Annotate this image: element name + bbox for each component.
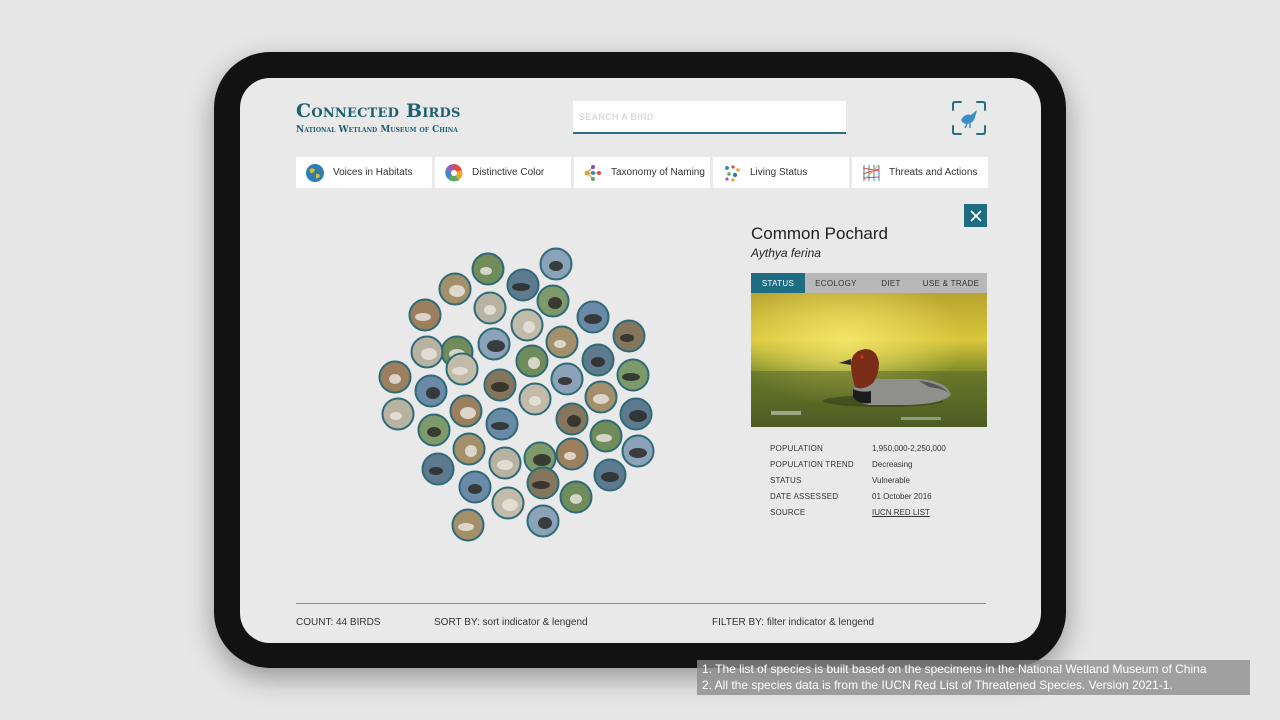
nav-label: Voices in Habitats (333, 167, 413, 178)
bird-bubble[interactable] (539, 247, 573, 281)
bird-bubble[interactable] (417, 413, 451, 447)
stat-row: DATE ASSESSED 01 October 2016 (770, 488, 946, 504)
nav-label: Distinctive Color (472, 167, 545, 178)
bird-bubble[interactable] (515, 344, 549, 378)
caption-notes: 1. The list of species is built based on… (697, 660, 1250, 695)
bird-bubble[interactable] (619, 397, 653, 431)
stat-key: DATE ASSESSED (770, 491, 839, 501)
stat-value: 01 October 2016 (872, 491, 932, 501)
stat-key: SOURCE (770, 507, 806, 517)
bird-bubble[interactable] (545, 325, 579, 359)
bird-bubble[interactable] (616, 358, 650, 392)
bird-bubble[interactable] (381, 397, 415, 431)
bird-count: COUNT: 44 BIRDS (296, 617, 381, 628)
bird-bubble[interactable] (483, 368, 517, 402)
bird-bubble[interactable] (506, 268, 540, 302)
bird-bubble[interactable] (473, 291, 507, 325)
search-bar[interactable] (573, 101, 846, 134)
bird-bubble[interactable] (576, 300, 610, 334)
stat-key: POPULATION (770, 444, 823, 454)
bird-bubble[interactable] (445, 352, 479, 386)
nav-label: Taxonomy of Naming (611, 167, 705, 178)
category-nav: Voices in Habitats Distinctive Color Tax… (296, 157, 988, 188)
bird-bubble[interactable] (612, 319, 646, 353)
brand: Connected Birds National Wetland Museum … (296, 100, 461, 135)
bird-bubble[interactable] (491, 486, 525, 520)
nav-taxonomy-of-naming[interactable]: Taxonomy of Naming (574, 157, 710, 188)
tab-use-and-trade[interactable]: USE & TRADE (915, 273, 987, 293)
bird-bubble[interactable] (408, 298, 442, 332)
close-icon (969, 209, 982, 222)
bird-bubble[interactable] (451, 508, 485, 542)
bird-bubble[interactable] (584, 380, 618, 414)
stat-key: STATUS (770, 475, 802, 485)
tab-diet[interactable]: DIET (867, 273, 915, 293)
status-stats: POPULATION 1,950,000-2,250,000 POPULATIO… (770, 441, 946, 520)
tab-status[interactable]: STATUS (751, 273, 805, 293)
bird-bubble[interactable] (621, 434, 655, 468)
bird-bubble[interactable] (471, 252, 505, 286)
stat-row: STATUS Vulnerable (770, 473, 946, 489)
color-wheel-icon (445, 163, 463, 181)
source-link[interactable]: IUCN RED LIST (872, 508, 930, 517)
bird-bubble[interactable] (452, 432, 486, 466)
tab-ecology[interactable]: ECOLOGY (805, 273, 867, 293)
dots-cluster-icon (725, 164, 740, 182)
bird-bubble[interactable] (589, 419, 623, 453)
bird-bubble[interactable] (550, 362, 584, 396)
stat-value: 1,950,000-2,250,000 (872, 444, 946, 454)
stat-value: Vulnerable (872, 475, 910, 485)
species-photo (751, 293, 987, 427)
stat-row: POPULATION 1,950,000-2,250,000 (770, 441, 946, 457)
bird-bubble[interactable] (559, 480, 593, 514)
stat-row: SOURCE IUCN RED LIST (770, 504, 946, 520)
bird-bubble[interactable] (518, 382, 552, 416)
sort-by-control[interactable]: SORT BY: sort indicator & lengend (434, 617, 588, 628)
bird-bubble[interactable] (378, 360, 412, 394)
bird-bubble[interactable] (593, 458, 627, 492)
nav-distinctive-color[interactable]: Distinctive Color (435, 157, 571, 188)
globe-icon (306, 163, 324, 182)
caption-line-2: 2. All the species data is from the IUCN… (702, 677, 1173, 692)
bird-bubble[interactable] (526, 504, 560, 538)
scan-bird-icon[interactable] (951, 100, 987, 136)
app-screen: Connected Birds National Wetland Museum … (240, 78, 1041, 643)
stat-key: POPULATION TREND (770, 460, 854, 470)
bird-bubble[interactable] (414, 374, 448, 408)
bird-bubble[interactable] (477, 327, 511, 361)
footer-divider (296, 603, 986, 604)
nav-living-status[interactable]: Living Status (713, 157, 849, 188)
scientific-name: Aythya ferina (751, 246, 821, 260)
detail-tabs: STATUS ECOLOGY DIET USE & TRADE (751, 273, 987, 293)
stat-row: POPULATION TREND Decreasing (770, 457, 946, 473)
stat-value: Decreasing (872, 460, 913, 470)
bird-bubble[interactable] (421, 452, 455, 486)
bird-bubble[interactable] (438, 272, 472, 306)
app-title: Connected Birds (296, 100, 461, 122)
common-name: Common Pochard (751, 224, 889, 243)
nav-label: Living Status (750, 167, 808, 178)
nav-threats-and-actions[interactable]: Threats and Actions (852, 157, 988, 188)
bird-bubble[interactable] (555, 437, 589, 471)
bird-bubble[interactable] (526, 466, 560, 500)
nav-voices-in-habitats[interactable]: Voices in Habitats (296, 157, 432, 188)
species-detail: Common Pochard Aythya ferina (751, 224, 987, 260)
bird-bubble[interactable] (510, 308, 544, 342)
bird-bubble[interactable] (536, 284, 570, 318)
nav-label: Threats and Actions (889, 167, 978, 178)
filter-by-control[interactable]: FILTER BY: filter indicator & lengend (712, 617, 874, 628)
bird-bubble[interactable] (581, 343, 615, 377)
search-input[interactable] (579, 111, 846, 122)
app-subtitle: National Wetland Museum of China (296, 125, 458, 135)
caption-line-1: 1. The list of species is built based on… (702, 662, 1207, 676)
bird-bubble[interactable] (485, 407, 519, 441)
network-grid-icon (862, 164, 880, 181)
taxonomy-tree-icon (584, 164, 601, 181)
bird-bubble[interactable] (410, 335, 444, 369)
bird-bubble[interactable] (458, 470, 492, 504)
tablet-frame: Connected Birds National Wetland Museum … (214, 52, 1066, 668)
bird-bubble[interactable] (555, 402, 589, 436)
bird-bubble[interactable] (449, 394, 483, 428)
bird-bubble[interactable] (488, 446, 522, 480)
